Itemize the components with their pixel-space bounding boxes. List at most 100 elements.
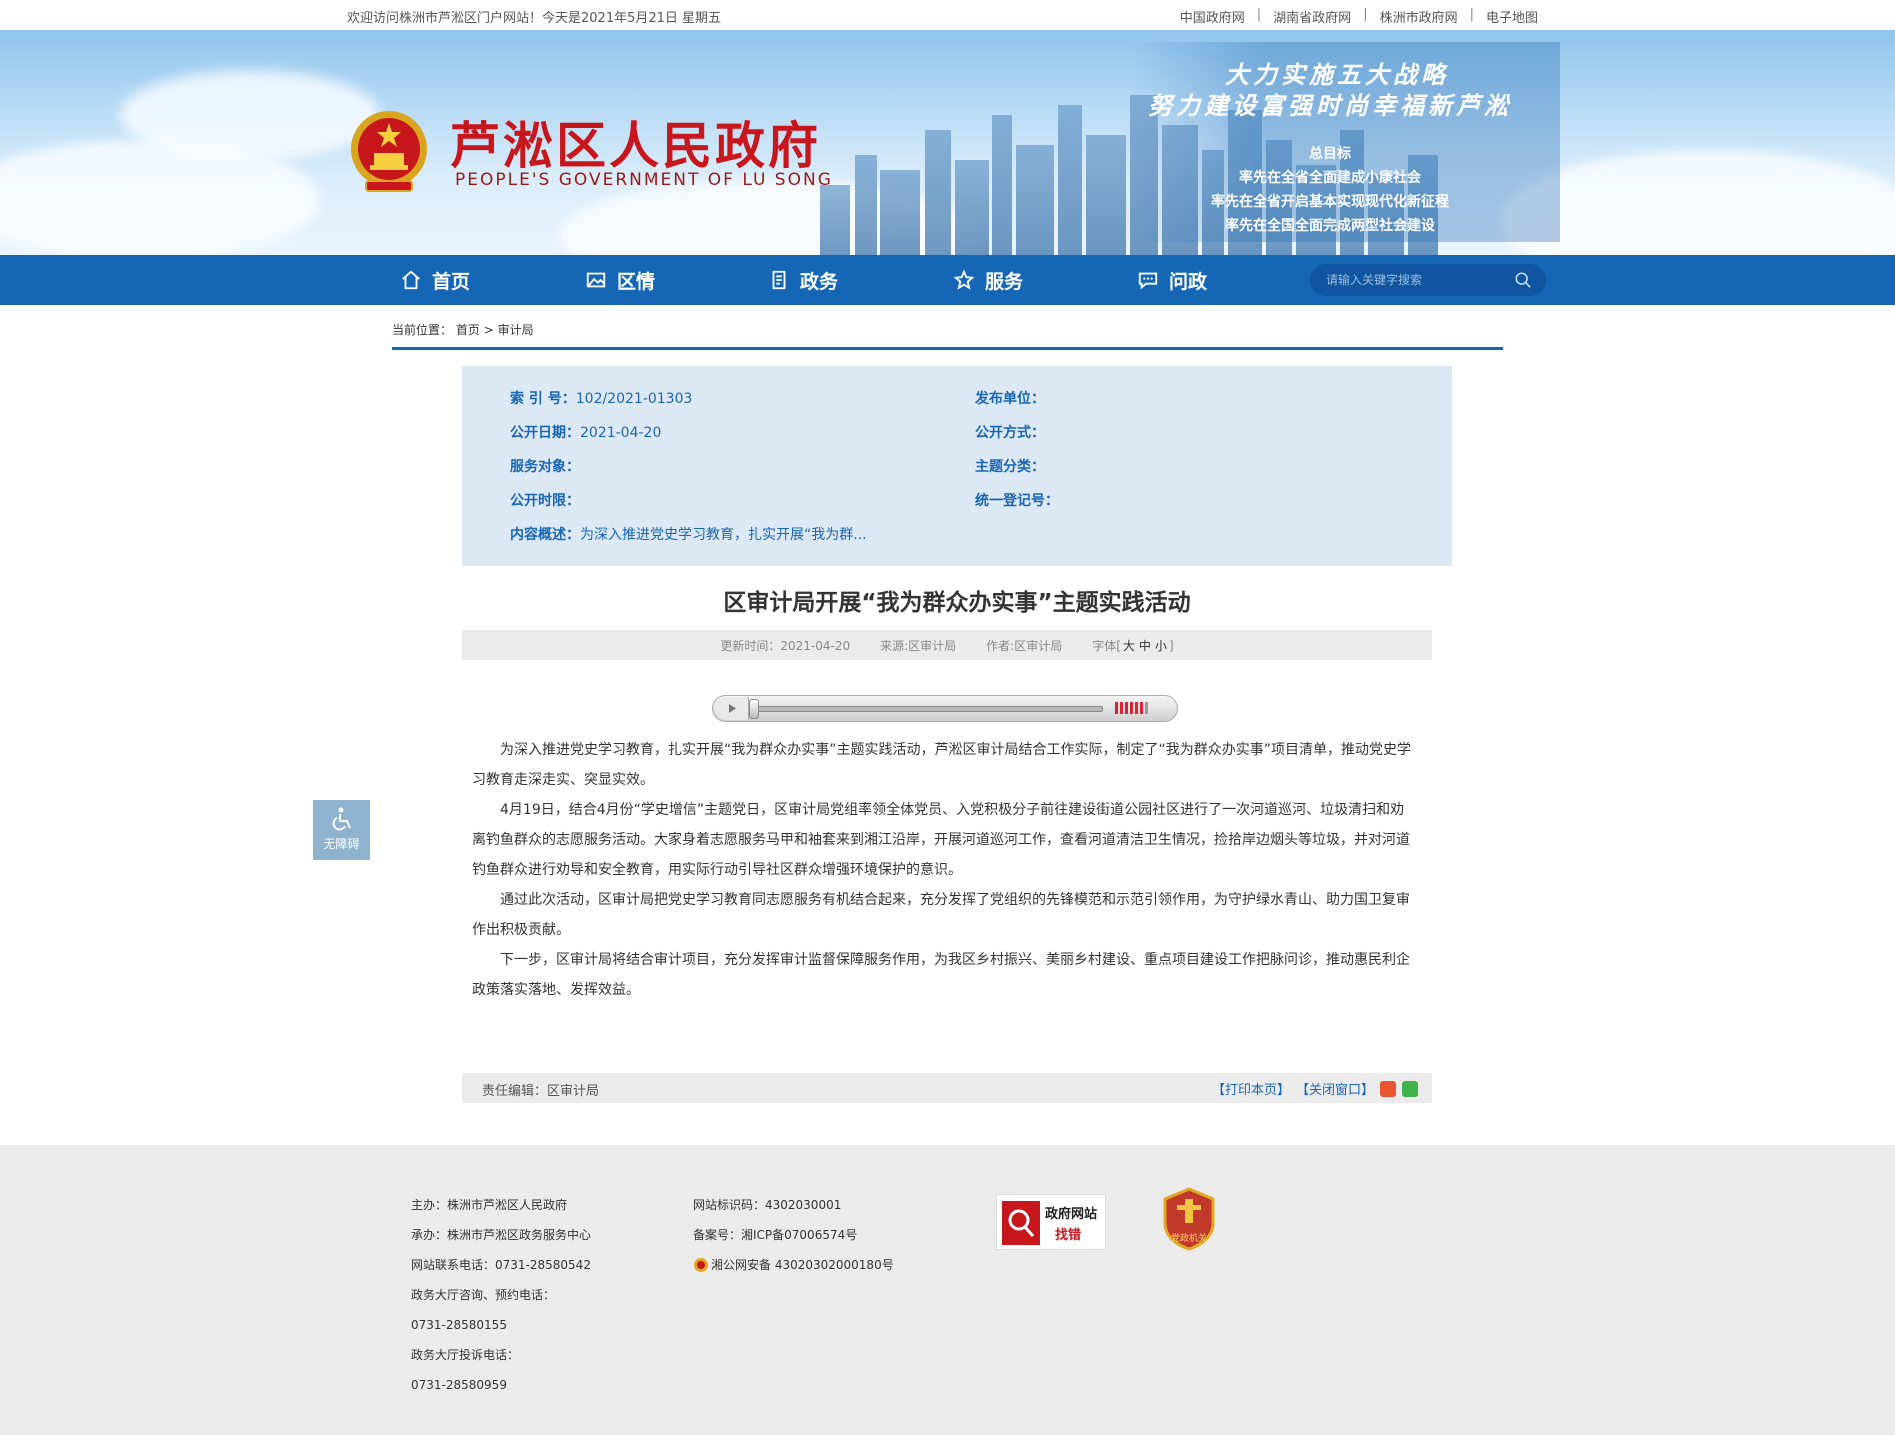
font-size-bracket: ]	[1168, 638, 1174, 653]
footer-line: 网站标识码：4302030001	[693, 1198, 842, 1212]
goal-item: 率先在全省开启基本实现现代化新征程	[1211, 194, 1449, 210]
chat-icon	[1138, 272, 1158, 290]
nav-district-info[interactable]: 区情	[585, 255, 655, 305]
accessibility-label: 无障碍	[323, 837, 360, 851]
search-input[interactable]	[1324, 270, 1504, 290]
play-button[interactable]	[715, 697, 749, 720]
search-icon[interactable]	[1514, 271, 1532, 289]
slogan-line-1: 大力实施五大战略	[1225, 60, 1449, 89]
top-links: 中国政府网 | 湖南省政府网 | 株洲市政府网 | 电子地图	[1180, 7, 1538, 26]
footer-line: 政务大厅投诉电话：	[411, 1348, 520, 1362]
nav-inquiry[interactable]: 问政	[1137, 255, 1207, 305]
link-zhuzhou-gov[interactable]: 株洲市政府网	[1380, 7, 1458, 26]
site-title: 芦淞区人民政府	[450, 116, 821, 175]
article-paragraph: 4月19日，结合4月份“学史增信”主题党日，区审计局党组率领全体党员、入党积极分…	[472, 802, 1410, 878]
footer-line: 湘公网安备 43020302000180号	[711, 1258, 894, 1272]
breadcrumb-current[interactable]: 审计局	[498, 323, 534, 337]
site-subtitle: PEOPLE'S GOVERNMENT OF LU SONG	[455, 170, 833, 190]
separator: |	[1363, 7, 1368, 22]
divider	[392, 347, 1503, 350]
goals-title: 总目标	[1309, 146, 1351, 162]
wechat-share-icon[interactable]	[1402, 1080, 1418, 1097]
article-author: 作者:区审计局	[986, 638, 1063, 653]
nav-label: 政务	[800, 270, 839, 293]
magnifier-icon	[1002, 1201, 1040, 1245]
nav-label: 首页	[432, 270, 471, 293]
font-size-control: 字体[大中小]	[1092, 637, 1173, 654]
info-value: 为深入推进党史学习教育，扎实开展“我为群...	[580, 527, 867, 543]
link-e-map[interactable]: 电子地图	[1486, 7, 1538, 26]
info-label: 服务对象：	[510, 459, 580, 475]
top-bar: 欢迎访问株洲市芦淞区门户网站！今天是2021年5月21日 星期五 中国政府网 |…	[0, 0, 1895, 30]
info-value: 102/2021-01303	[575, 391, 693, 407]
national-emblem-icon	[351, 111, 427, 192]
print-button[interactable]: 【打印本页】	[1212, 1079, 1290, 1098]
font-small-button[interactable]: 小	[1155, 639, 1167, 653]
accessibility-button[interactable]: 无障碍	[313, 800, 370, 860]
footer-police-record: 湘公网安备 43020302000180号	[693, 1250, 894, 1280]
badge-label: 党政机关	[1170, 1234, 1207, 1244]
nav-label: 服务	[985, 270, 1024, 293]
close-window-button[interactable]: 【关闭窗口】	[1296, 1079, 1374, 1098]
article-paragraph: 通过此次活动，区审计局把党史学习教育同志愿服务有机结合起来，充分发挥了党组织的先…	[472, 892, 1410, 938]
weibo-share-icon[interactable]	[1380, 1080, 1396, 1097]
font-large-button[interactable]: 大	[1123, 639, 1135, 653]
info-index: 索 引 号：102/2021-01303	[510, 388, 692, 408]
info-label: 主题分类：	[975, 459, 1045, 475]
badge-line: 找错	[1055, 1228, 1082, 1243]
link-hunan-gov[interactable]: 湖南省政府网	[1273, 7, 1351, 26]
page-footer	[0, 1145, 1895, 1435]
search-box	[1310, 264, 1546, 296]
separator: |	[1469, 7, 1474, 22]
goal-item: 率先在全省全面建成小康社会	[1239, 170, 1421, 186]
main-nav: 首页 区情 政务 服务 问政	[0, 255, 1895, 305]
police-badge-icon	[694, 1258, 708, 1272]
nav-government-affairs[interactable]: 政务	[768, 255, 838, 305]
article-footer-bar: 责任编辑：区审计局 【打印本页】 【关闭窗口】	[462, 1073, 1432, 1103]
info-service-target: 服务对象：	[510, 456, 580, 476]
party-government-badge[interactable]: 党政机关	[1163, 1187, 1215, 1251]
info-label: 发布单位：	[975, 391, 1045, 407]
font-medium-button[interactable]: 中	[1139, 639, 1151, 653]
nav-services[interactable]: 服务	[953, 255, 1023, 305]
footer-line: 主办：株洲市芦淞区人民政府	[411, 1198, 568, 1212]
info-label: 统一登记号：	[975, 493, 1059, 509]
breadcrumb: 当前位置： 首页 > 审计局	[392, 321, 534, 338]
article-source: 来源:区审计局	[880, 638, 957, 653]
volume-control[interactable]	[1115, 702, 1165, 717]
document-info-box: 索 引 号：102/2021-01303 公开日期：2021-04-20 服务对…	[462, 366, 1452, 566]
cloud-decoration	[120, 70, 380, 160]
article-paragraph: 为深入推进党史学习教育，扎实开展“我为群众办实事”主题实践活动，芦淞区审计局结合…	[472, 742, 1412, 788]
article-actions: 【打印本页】 【关闭窗口】	[1212, 1079, 1418, 1098]
footer-info-col-2: 网站标识码：4302030001 备案号：湘ICP备07006574号 湘公网安…	[693, 1190, 894, 1280]
footer-line: 政务大厅咨询、预约电话：	[411, 1288, 556, 1302]
separator: |	[1256, 7, 1262, 22]
info-registration-number: 统一登记号：	[975, 490, 1059, 510]
progress-handle[interactable]	[749, 699, 759, 719]
info-publisher: 发布单位：	[975, 388, 1045, 408]
nav-label: 区情	[617, 270, 656, 293]
footer-line: 备案号：湘ICP备07006574号	[693, 1228, 858, 1242]
responsible-editor: 责任编辑：区审计局	[482, 1084, 600, 1099]
document-icon	[772, 270, 786, 290]
wheelchair-icon	[332, 807, 351, 831]
info-publish-date: 公开日期：2021-04-20	[510, 422, 661, 442]
progress-track[interactable]	[753, 706, 1103, 712]
welcome-text: 欢迎访问株洲市芦淞区门户网站！今天是2021年5月21日 星期五	[347, 11, 722, 26]
home-icon	[402, 270, 420, 290]
info-label: 公开日期：	[510, 425, 580, 441]
nav-home[interactable]: 首页	[400, 255, 470, 305]
info-label: 内容概述：	[510, 527, 580, 543]
gov-site-error-report-badge[interactable]: 政府网站 找错	[996, 1194, 1106, 1250]
breadcrumb-home[interactable]: 首页	[456, 323, 480, 337]
info-time-limit: 公开时限：	[510, 490, 580, 510]
update-time: 更新时间：2021-04-20	[720, 638, 851, 653]
info-label: 索 引 号：	[510, 391, 576, 407]
link-china-gov[interactable]: 中国政府网	[1180, 7, 1245, 26]
info-value: 2021-04-20	[580, 425, 662, 441]
info-label: 公开时限：	[510, 493, 580, 509]
star-icon	[953, 269, 975, 290]
picture-icon	[586, 272, 606, 288]
info-publish-method: 公开方式：	[975, 422, 1045, 442]
article-title: 区审计局开展“我为群众办实事”主题实践活动	[723, 590, 1191, 616]
